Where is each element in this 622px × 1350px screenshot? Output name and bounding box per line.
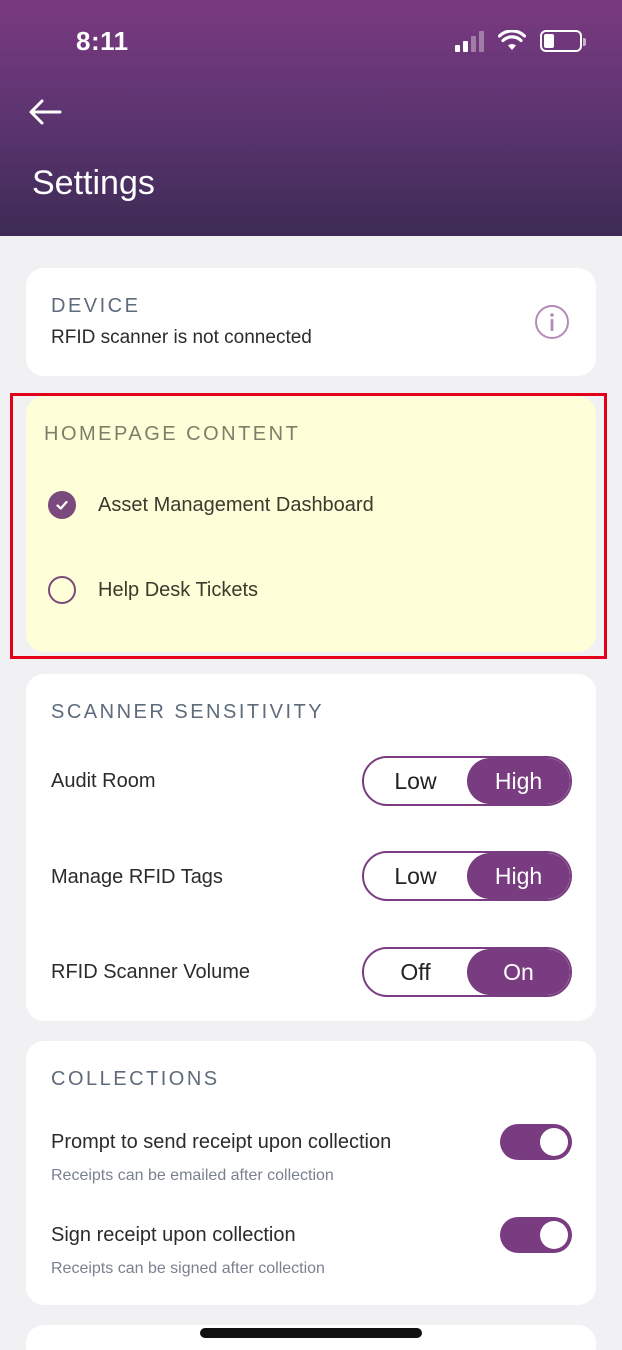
battery-icon (540, 30, 586, 52)
rfid-scanner-volume-segmented-control[interactable]: Off On (362, 947, 572, 997)
collections-section-label: COLLECTIONS (51, 1068, 220, 1090)
home-indicator[interactable] (200, 1328, 422, 1338)
cellular-signal-icon (455, 30, 484, 52)
manage-rfid-tags-label: Manage RFID Tags (51, 866, 223, 888)
collections-card: COLLECTIONS Prompt to send receipt upon … (26, 1041, 596, 1305)
audit-room-high-option[interactable]: High (467, 758, 570, 804)
manage-rfid-tags-high-option[interactable]: High (467, 853, 570, 899)
scanner-section-label: SCANNER SENSITIVITY (51, 701, 325, 723)
device-status-text: RFID scanner is not connected (51, 327, 312, 348)
wifi-icon (498, 30, 526, 50)
manage-rfid-tags-segmented-control[interactable]: Low High (362, 851, 572, 901)
device-card: DEVICE RFID scanner is not connected (26, 268, 596, 376)
rfid-scanner-volume-label: RFID Scanner Volume (51, 961, 250, 983)
sign-receipt-title: Sign receipt upon collection (51, 1224, 296, 1246)
prompt-receipt-title: Prompt to send receipt upon collection (51, 1131, 392, 1153)
rfid-scanner-volume-on-option[interactable]: On (467, 949, 570, 995)
rfid-scanner-volume-off-option[interactable]: Off (364, 949, 467, 995)
prompt-receipt-subtitle: Receipts can be emailed after collection (51, 1167, 334, 1184)
status-time: 8:11 (76, 26, 129, 56)
device-section-label: DEVICE (51, 295, 141, 317)
status-icons (455, 30, 586, 52)
highlight-box (10, 393, 607, 659)
info-icon[interactable] (534, 304, 570, 340)
page-title: Settings (32, 164, 155, 202)
audit-room-low-option[interactable]: Low (364, 758, 467, 804)
app-header: 8:11 Settings (0, 0, 622, 236)
scanner-sensitivity-card: SCANNER SENSITIVITY Audit Room Low High … (26, 674, 596, 1021)
audit-room-segmented-control[interactable]: Low High (362, 756, 572, 806)
sign-receipt-toggle[interactable] (500, 1217, 572, 1253)
back-arrow-icon[interactable] (26, 94, 66, 130)
sign-receipt-subtitle: Receipts can be signed after collection (51, 1260, 325, 1277)
prompt-receipt-toggle[interactable] (500, 1124, 572, 1160)
audit-room-label: Audit Room (51, 770, 156, 792)
manage-rfid-tags-low-option[interactable]: Low (364, 853, 467, 899)
